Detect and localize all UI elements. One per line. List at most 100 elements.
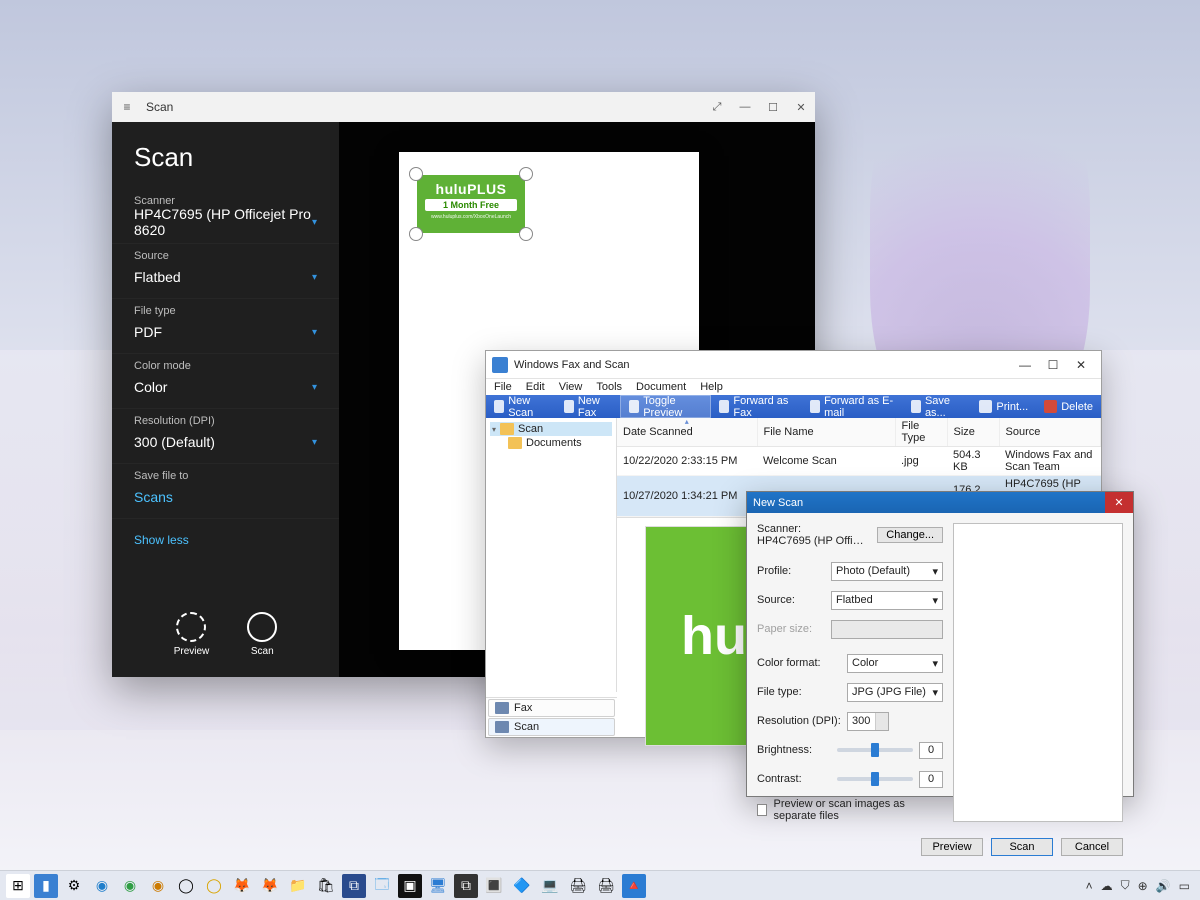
profile-select[interactable]: Photo (Default)▾ [831, 562, 943, 581]
tray-overflow-icon[interactable]: ˄ [1086, 879, 1093, 893]
new-scan-preview-pane[interactable] [953, 523, 1123, 822]
menu-tools[interactable]: Tools [596, 381, 622, 393]
tray-notifications-icon[interactable]: ▭ [1179, 879, 1190, 893]
filetype-field[interactable]: File type PDF▾ [112, 299, 339, 354]
hamburger-icon[interactable]: ≡ [112, 100, 142, 114]
contrast-slider[interactable] [837, 777, 913, 781]
settings-icon[interactable]: ⚙ [62, 874, 86, 898]
tb-forward-fax[interactable]: Forward as Fax [711, 395, 802, 418]
taskbar-icon[interactable]: 🗔 [370, 874, 394, 898]
tb-forward-email[interactable]: Forward as E-mail [802, 395, 903, 418]
colormode-field[interactable]: Color mode Color▾ [112, 354, 339, 409]
resolution-label: Resolution (DPI): [757, 715, 847, 727]
tray-security-icon[interactable]: ⛉ [1121, 878, 1130, 893]
tb-new-scan[interactable]: New Scan [486, 395, 556, 418]
scan-button[interactable]: Scan [247, 612, 277, 657]
expand-icon[interactable]: ⤢ [703, 101, 731, 114]
scan-taskbar-icon[interactable]: 🔺 [622, 874, 646, 898]
taskbar-icon[interactable]: 🔳 [482, 874, 506, 898]
crop-handle-br[interactable] [519, 227, 533, 241]
tree-node-scan[interactable]: ▾Scan [490, 422, 612, 436]
maximize-button[interactable]: ☐ [759, 101, 787, 114]
taskbar-icon[interactable]: 🖥 [426, 874, 450, 898]
menu-view[interactable]: View [559, 381, 583, 393]
contrast-value[interactable]: 0 [919, 771, 943, 788]
table-row[interactable]: 10/22/2020 2:33:15 PMWelcome Scan.jpg504… [617, 447, 1101, 476]
taskbar-icon[interactable]: 💻 [538, 874, 562, 898]
taskbar-icon[interactable]: 🖨 [594, 874, 618, 898]
crop-handle-tr[interactable] [519, 167, 533, 181]
cancel-button[interactable]: Cancel [1061, 838, 1123, 856]
separate-files-checkbox[interactable]: Preview or scan images as separate files [757, 798, 943, 822]
store-icon[interactable]: 🛍 [314, 874, 338, 898]
wfs-taskbar-icon[interactable]: 🖨 [566, 874, 590, 898]
tray-volume-icon[interactable]: 🔊 [1156, 879, 1171, 893]
menu-file[interactable]: File [494, 381, 512, 393]
tab-scan[interactable]: Scan [488, 718, 615, 736]
col-filetype[interactable]: File Type [895, 418, 947, 447]
close-button[interactable]: ✕ [1067, 358, 1095, 372]
tb-delete[interactable]: Delete [1036, 395, 1101, 418]
new-scan-titlebar[interactable]: New Scan ✕ [747, 492, 1133, 513]
chrome-canary-icon[interactable]: ◯ [202, 874, 226, 898]
col-filename[interactable]: File Name [757, 418, 895, 447]
crop-selection[interactable]: huluPLUS 1 Month Free www.huluplus.com/X… [412, 170, 530, 238]
filetype-select[interactable]: JPG (JPG File)▾ [847, 683, 943, 702]
chrome-icon[interactable]: ◯ [174, 874, 198, 898]
tree-node-documents[interactable]: Documents [490, 436, 612, 450]
tray-network-icon[interactable]: ⊕ [1138, 879, 1148, 893]
minimize-button[interactable]: — [731, 101, 759, 113]
tb-toggle-preview[interactable]: Toggle Preview [620, 395, 711, 418]
powershell-icon[interactable]: ⧉ [342, 874, 366, 898]
preview-button[interactable]: Preview [174, 612, 210, 657]
tray-onedrive-icon[interactable]: ☁ [1101, 879, 1113, 893]
menu-edit[interactable]: Edit [526, 381, 545, 393]
edge-dev-icon[interactable]: ◉ [118, 874, 142, 898]
firefox-icon[interactable]: 🦊 [230, 874, 254, 898]
tb-new-fax[interactable]: New Fax [556, 395, 620, 418]
scan-titlebar[interactable]: ≡ Scan ⤢ — ☐ ✕ [112, 92, 815, 122]
preview-button[interactable]: Preview [921, 838, 983, 856]
col-date[interactable]: Date Scanned [617, 418, 757, 447]
brightness-slider[interactable] [837, 748, 913, 752]
taskbar-icon[interactable]: ▮ [34, 874, 58, 898]
source-field[interactable]: Source Flatbed▾ [112, 244, 339, 299]
checkbox-icon[interactable] [757, 804, 767, 816]
minimize-button[interactable]: — [1011, 358, 1039, 372]
chevron-down-icon: ▾ [312, 327, 317, 338]
explorer-icon[interactable]: 📁 [286, 874, 310, 898]
resolution-field[interactable]: Resolution (DPI) 300 (Default)▾ [112, 409, 339, 464]
change-scanner-button[interactable]: Change... [877, 527, 943, 543]
menu-document[interactable]: Document [636, 381, 686, 393]
terminal-icon[interactable]: ▣ [398, 874, 422, 898]
crop-handle-bl[interactable] [409, 227, 423, 241]
col-size[interactable]: Size [947, 418, 999, 447]
start-button[interactable]: ⊞ [6, 874, 30, 898]
edge-icon[interactable]: ◉ [90, 874, 114, 898]
source-select[interactable]: Flatbed▾ [831, 591, 943, 610]
firefox-nightly-icon[interactable]: 🦊 [258, 874, 282, 898]
tb-save-as[interactable]: Save as... [903, 395, 972, 418]
close-button[interactable]: ✕ [787, 101, 815, 114]
edge-canary-icon[interactable]: ◉ [146, 874, 170, 898]
wfs-titlebar[interactable]: Windows Fax and Scan — ☐ ✕ [486, 351, 1101, 379]
taskbar-icon[interactable]: 🔷 [510, 874, 534, 898]
tab-fax[interactable]: Fax [488, 699, 615, 717]
scanner-icon [495, 721, 509, 733]
scanner-icon [494, 400, 504, 413]
maximize-button[interactable]: ☐ [1039, 358, 1067, 372]
scanner-field[interactable]: Scanner HP4C7695 (HP Officejet Pro 8620▾ [112, 189, 339, 244]
scan-window-title: Scan [142, 100, 703, 114]
colorformat-select[interactable]: Color▾ [847, 654, 943, 673]
menu-help[interactable]: Help [700, 381, 723, 393]
crop-handle-tl[interactable] [409, 167, 423, 181]
col-source[interactable]: Source [999, 418, 1101, 447]
close-button[interactable]: ✕ [1105, 492, 1133, 513]
tb-print[interactable]: Print... [971, 395, 1036, 418]
show-less-link[interactable]: Show less [112, 519, 339, 561]
scan-button[interactable]: Scan [991, 838, 1053, 856]
resolution-spinner[interactable]: 300 [847, 712, 889, 731]
brightness-value[interactable]: 0 [919, 742, 943, 759]
saveto-field[interactable]: Save file to Scans [112, 464, 339, 519]
taskbar-icon[interactable]: ⧉ [454, 874, 478, 898]
